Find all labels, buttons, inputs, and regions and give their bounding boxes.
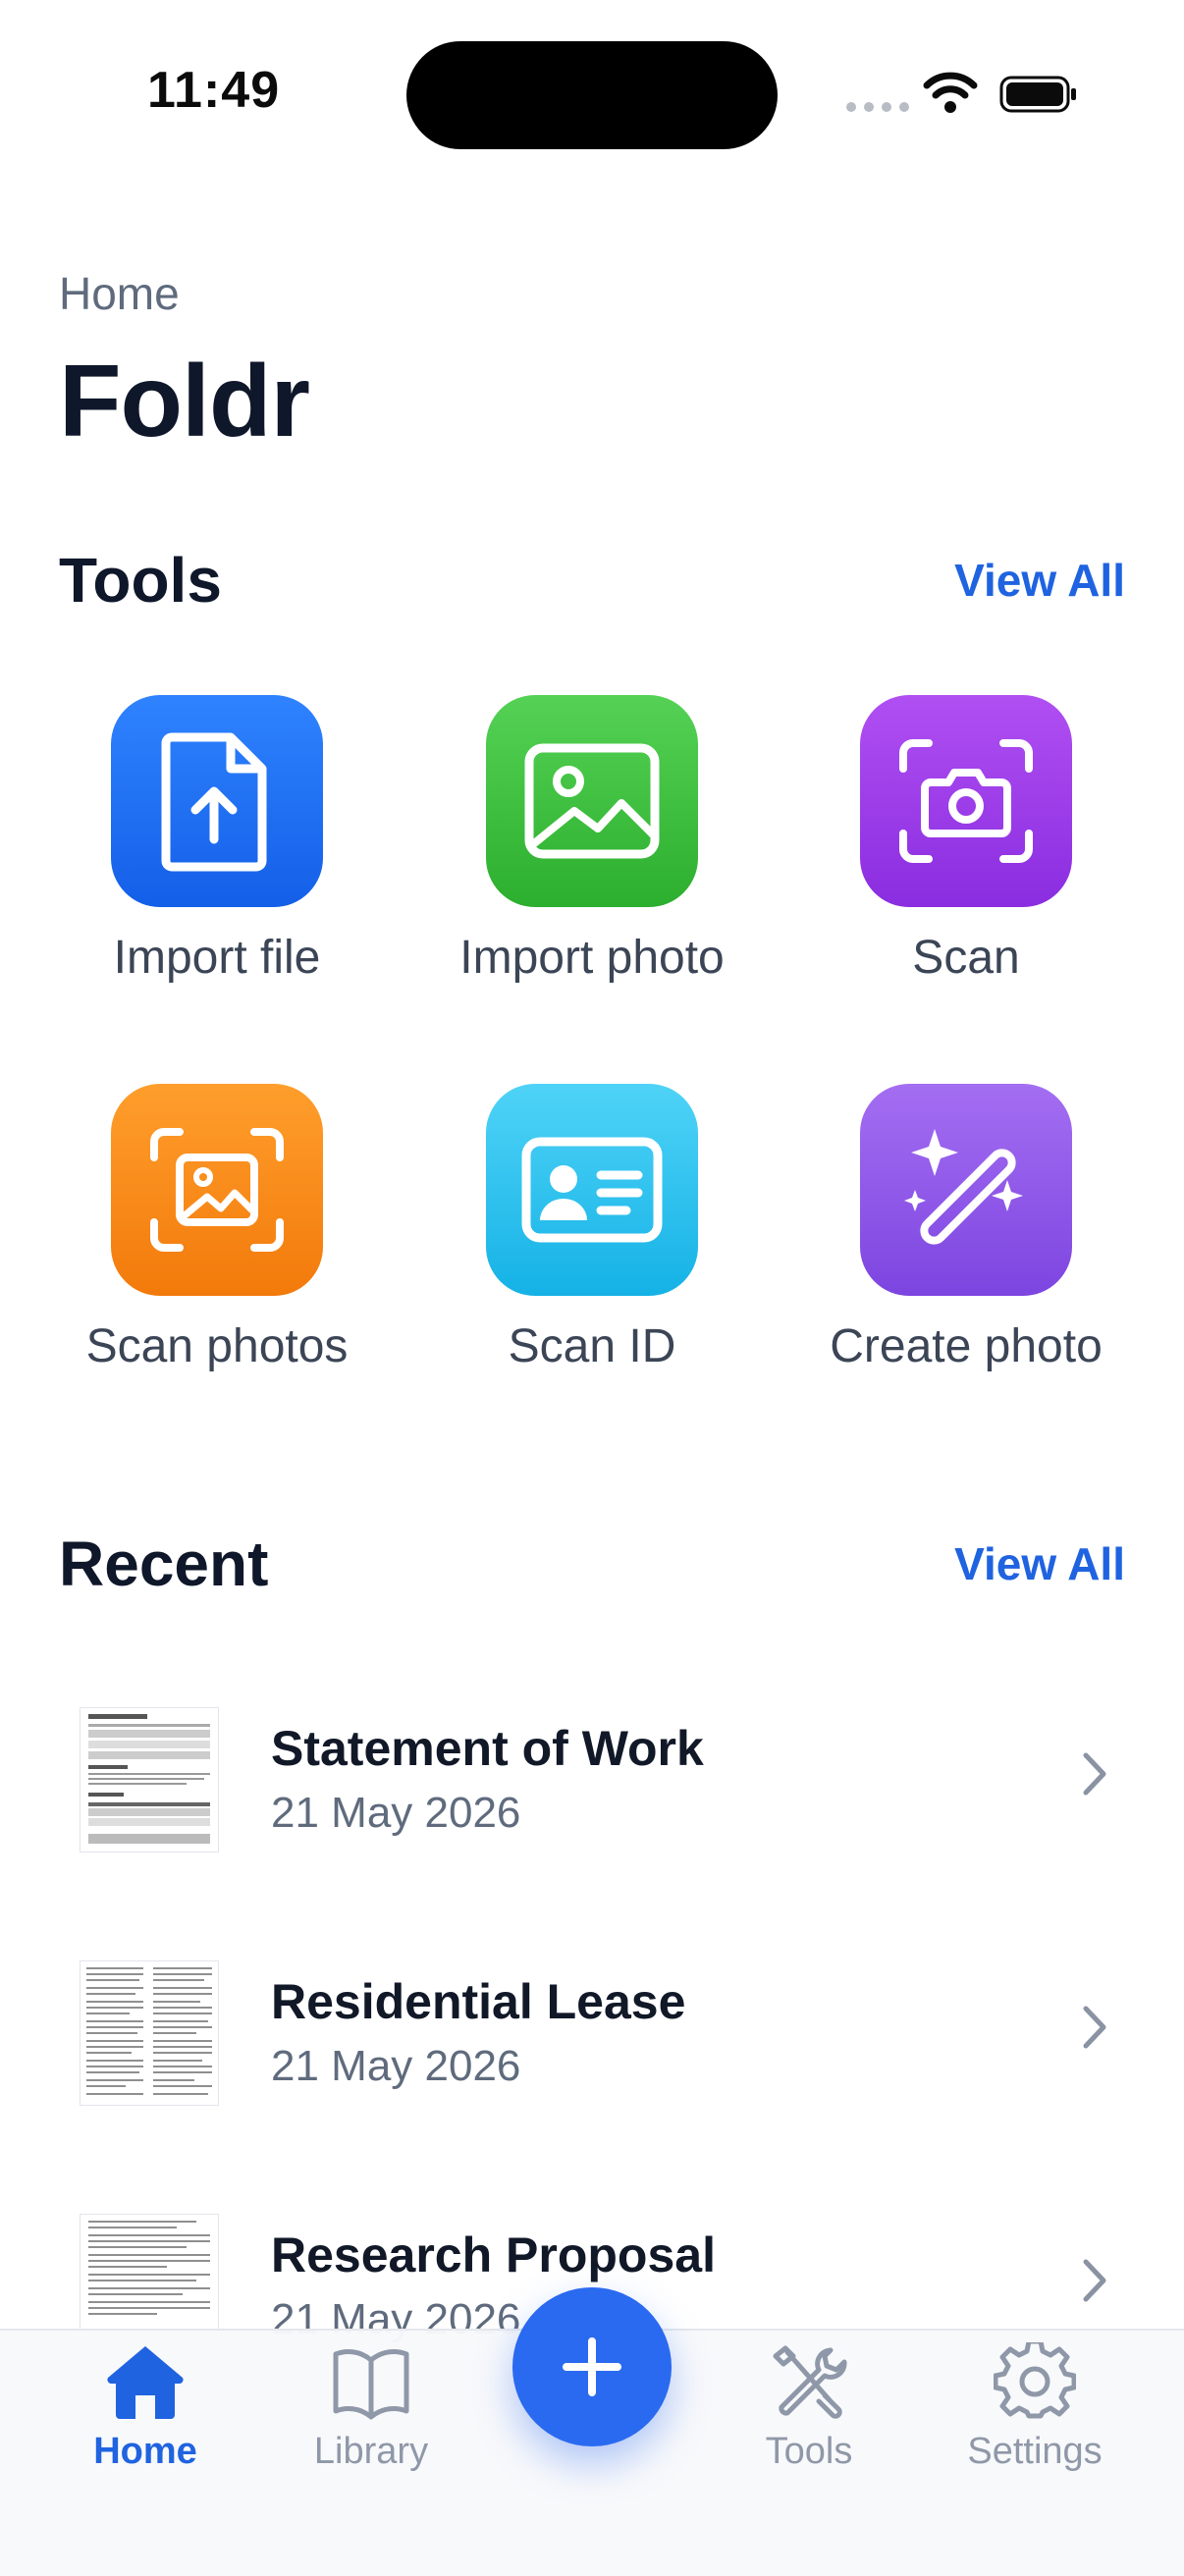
home-icon — [107, 2346, 184, 2419]
document-thumbnail — [81, 1708, 218, 1852]
tab-library[interactable]: Library — [273, 2342, 469, 2473]
breadcrumb: Home — [59, 268, 180, 319]
wifi-icon — [923, 72, 978, 113]
tab-home[interactable]: Home — [47, 2342, 243, 2473]
recent-item-title: Statement of Work — [271, 1721, 704, 1776]
tool-import-file[interactable]: Import file — [30, 695, 404, 985]
tool-label: Scan photos — [85, 1320, 349, 1372]
tab-settings[interactable]: Settings — [937, 2342, 1133, 2473]
battery-icon — [999, 76, 1076, 113]
tool-import-photo[interactable]: Import photo — [405, 695, 779, 985]
tool-label: Import file — [113, 932, 321, 984]
chevron-right-icon — [1083, 2259, 1106, 2302]
tools-heading: Tools — [59, 545, 222, 616]
dynamic-island — [406, 41, 778, 149]
magic-wand-icon — [860, 1084, 1072, 1296]
tab-tools[interactable]: Tools — [711, 2342, 907, 2473]
tool-label: Scan — [912, 932, 1020, 984]
photo-scan-icon — [111, 1084, 323, 1296]
recent-heading: Recent — [59, 1529, 269, 1599]
recent-item[interactable]: Residential Lease 21 May 2026 — [59, 1934, 1125, 2130]
tab-label: Library — [313, 2431, 429, 2472]
gear-icon — [994, 2342, 1076, 2419]
tool-label: Scan ID — [508, 1320, 676, 1372]
photo-icon — [486, 695, 698, 907]
page-title: Foldr — [59, 345, 310, 458]
tool-create-photo[interactable]: Create photo — [780, 1084, 1153, 1373]
chevron-right-icon — [1083, 1752, 1106, 1796]
tools-view-all-link[interactable]: View All — [954, 554, 1125, 607]
document-thumbnail — [81, 1961, 218, 2105]
plus-icon — [563, 2337, 621, 2396]
tab-label: Settings — [967, 2431, 1103, 2472]
tab-label: Tools — [765, 2431, 853, 2472]
recent-view-all-link[interactable]: View All — [954, 1537, 1125, 1590]
recent-item-title: Residential Lease — [271, 1974, 686, 2029]
id-card-icon — [486, 1084, 698, 1296]
chevron-right-icon — [1083, 2006, 1106, 2049]
tool-label: Create photo — [830, 1320, 1103, 1372]
add-button[interactable] — [512, 2287, 672, 2446]
tab-label: Home — [93, 2431, 197, 2472]
book-icon — [333, 2349, 409, 2420]
tool-scan[interactable]: Scan — [780, 695, 1153, 985]
recent-item-date: 21 May 2026 — [271, 2042, 521, 2090]
camera-scan-icon — [860, 695, 1072, 907]
recent-item-date: 21 May 2026 — [271, 1789, 521, 1837]
status-time: 11:49 — [147, 62, 281, 119]
tool-scan-id[interactable]: Scan ID — [405, 1084, 779, 1373]
tool-scan-photos[interactable]: Scan photos — [30, 1084, 404, 1373]
tools-icon — [773, 2345, 847, 2419]
recent-item-title: Research Proposal — [271, 2227, 716, 2282]
recent-item[interactable]: Statement of Work 21 May 2026 — [59, 1681, 1125, 1877]
tool-label: Import photo — [459, 932, 725, 984]
file-upload-icon — [111, 695, 323, 907]
cellular-signal-icon — [846, 102, 909, 112]
